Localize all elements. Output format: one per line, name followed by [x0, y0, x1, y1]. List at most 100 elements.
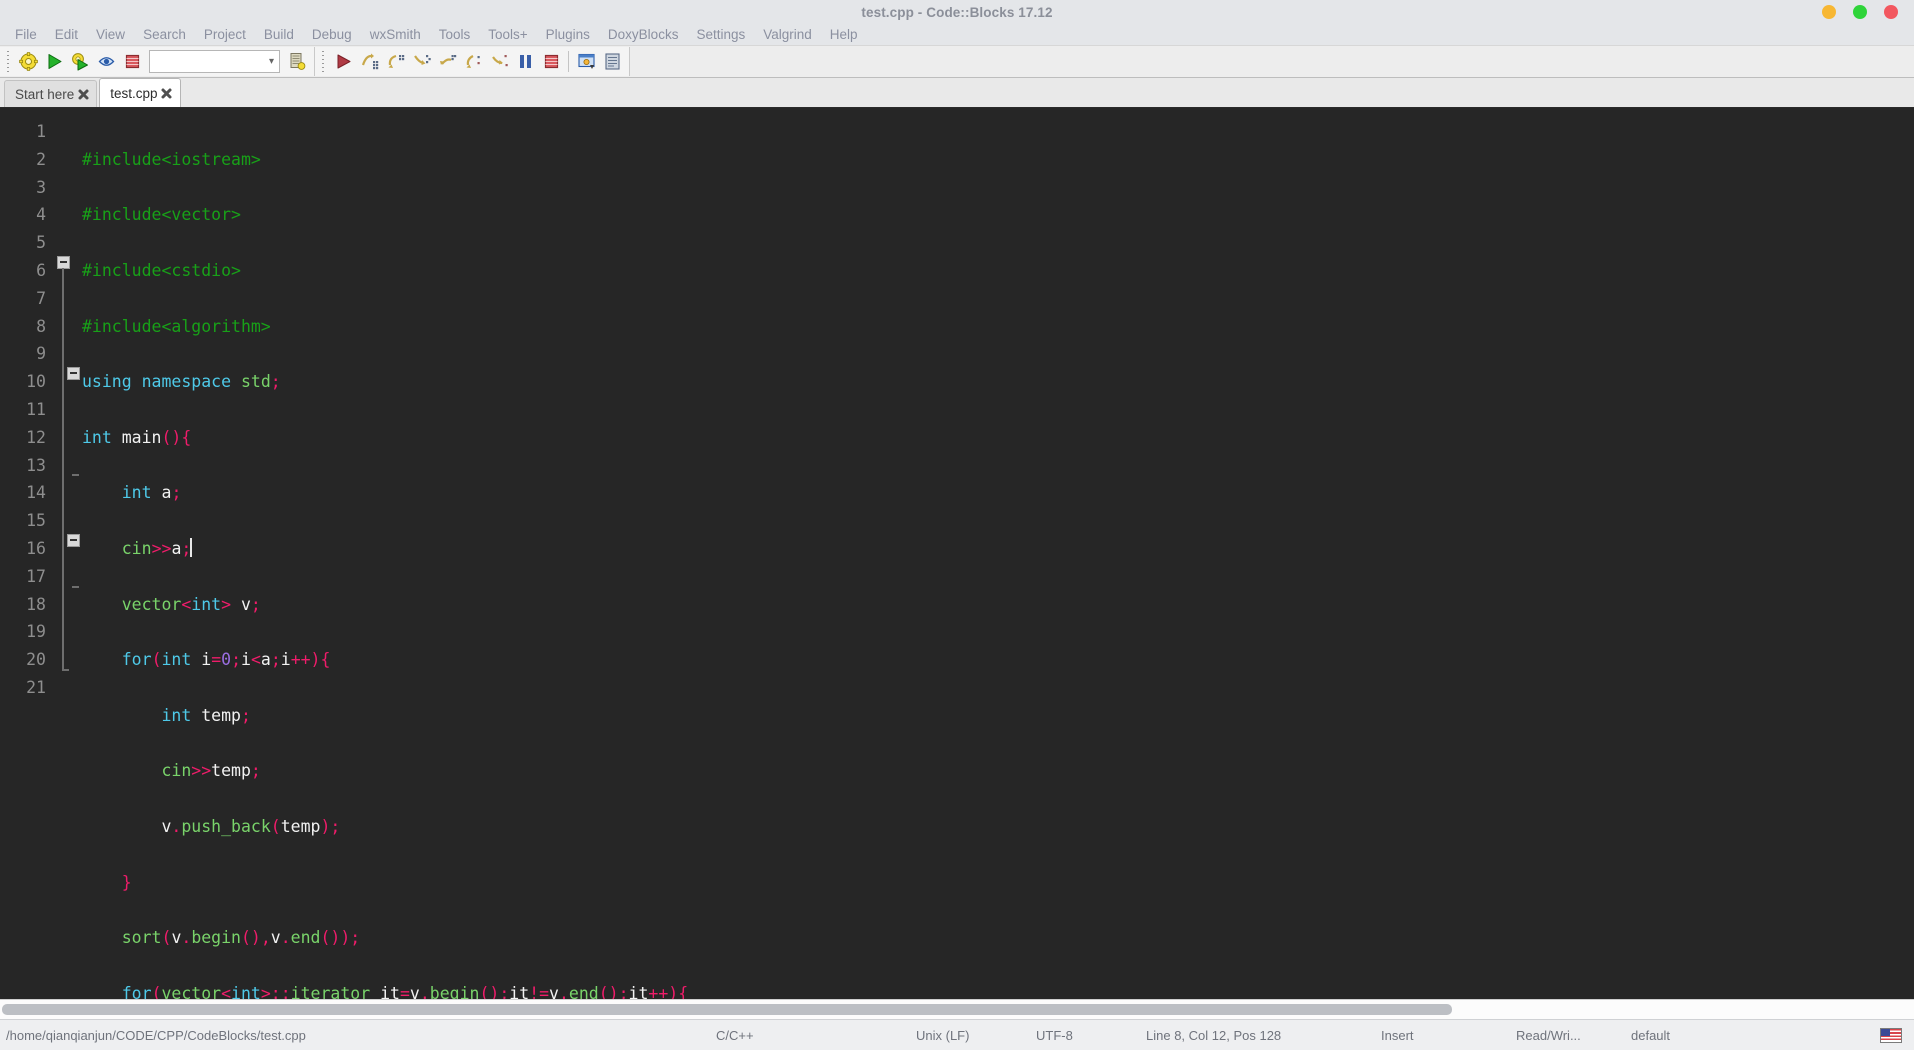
menu-item-search[interactable]: Search	[134, 26, 195, 43]
debugging-windows-button[interactable]	[573, 49, 599, 74]
run-button[interactable]	[41, 49, 67, 74]
debug-break-button[interactable]	[512, 49, 538, 74]
abort-build-button[interactable]	[119, 49, 145, 74]
line-number: 21	[26, 677, 46, 697]
status-flag	[1870, 1027, 1914, 1044]
menu-item-plugins[interactable]: Plugins	[537, 26, 599, 43]
menu-item-valgrind[interactable]: Valgrind	[754, 26, 821, 43]
menu-item-file[interactable]: File	[6, 26, 46, 43]
debug-step-into-instruction-icon	[491, 55, 508, 67]
code-line-12: cin>>temp;	[161, 761, 261, 781]
menu-item-tools-plus[interactable]: Tools+	[479, 26, 536, 43]
menu-item-build[interactable]: Build	[255, 26, 303, 43]
rebuild-button[interactable]	[93, 49, 119, 74]
line-number: 11	[26, 399, 46, 419]
tab-start-here[interactable]: Start here	[4, 80, 98, 107]
debugger-toolbar	[315, 47, 630, 76]
line-number: 12	[26, 427, 46, 447]
code-line-13: v.push_back(temp);	[161, 816, 341, 836]
debug-step-out-button[interactable]	[434, 49, 460, 74]
title-bar: test.cpp - Code::Blocks 17.12	[0, 0, 1914, 24]
code-line-15: sort(v.begin(),v.end());	[121, 928, 361, 948]
debug-run-to-cursor-button[interactable]	[356, 49, 382, 74]
maximize-button[interactable]	[1853, 5, 1867, 19]
menu-item-wxsmith[interactable]: wxSmith	[361, 26, 430, 43]
line-number: 7	[36, 288, 46, 308]
line-number: 5	[36, 233, 46, 253]
debug-continue-icon	[337, 54, 350, 69]
toolbar-gripper-debug[interactable]	[320, 50, 327, 73]
status-bar: /home/qianqianjun/CODE/CPP/CodeBlocks/te…	[0, 1019, 1914, 1050]
run-icon	[48, 54, 61, 69]
code-text[interactable]: #include<iostream> #include<vector> #inc…	[76, 108, 1914, 999]
code-line-1: #include<iostream>	[82, 146, 1914, 174]
line-number: 8	[36, 316, 46, 336]
code-line-9: vector<int> v;	[121, 594, 261, 614]
rebuild-icon	[98, 57, 114, 66]
code-token-preprocessor: #include<vector>	[82, 205, 241, 225]
code-line-8: cin>>a;	[121, 537, 192, 558]
code-folding-margin[interactable]	[52, 108, 80, 999]
window-title: test.cpp - Code::Blocks 17.12	[861, 4, 1053, 20]
line-number: 1	[36, 122, 46, 141]
close-button[interactable]	[1884, 5, 1898, 19]
select-target-icon	[290, 53, 305, 70]
minimize-button[interactable]	[1822, 5, 1836, 19]
editor-area: 1 2 3 4 5 6 7 8 9 10 11 12 13 14 15 16 1…	[0, 108, 1914, 1019]
code-line-5: using namespace std;	[82, 372, 281, 392]
tab-close-icon[interactable]	[76, 87, 90, 101]
status-language: C/C++	[716, 1027, 754, 1043]
line-number: 3	[36, 177, 46, 197]
debug-step-into-button[interactable]	[408, 49, 434, 74]
debug-next-line-button[interactable]	[382, 49, 408, 74]
tab-close-icon[interactable]	[160, 86, 174, 100]
build-icon	[18, 52, 38, 71]
line-number: 17	[26, 566, 46, 586]
code-line-2: #include<vector>	[82, 201, 1914, 229]
debug-next-line-icon	[388, 54, 404, 68]
menu-bar: File Edit View Search Project Build Debu…	[0, 24, 1914, 45]
various-info-button[interactable]	[599, 49, 625, 74]
tab-test-cpp[interactable]: test.cpp	[99, 78, 181, 107]
menu-item-project[interactable]: Project	[195, 26, 255, 43]
status-file-path: /home/qianqianjun/CODE/CPP/CodeBlocks/te…	[6, 1027, 306, 1043]
editor-horizontal-scrollbar[interactable]	[0, 999, 1914, 1019]
debug-stop-button[interactable]	[538, 49, 564, 74]
debug-step-out-icon	[439, 55, 456, 65]
code-line-7: int a;	[121, 483, 182, 503]
menu-item-settings[interactable]: Settings	[687, 26, 754, 43]
menu-item-doxyblocks[interactable]: DoxyBlocks	[599, 26, 688, 43]
source-editor[interactable]: 1 2 3 4 5 6 7 8 9 10 11 12 13 14 15 16 1…	[0, 108, 1914, 999]
build-target-combo[interactable]: ▾	[149, 50, 280, 73]
fold-guide-line-6	[62, 268, 64, 669]
menu-item-tools[interactable]: Tools	[430, 26, 480, 43]
status-insert-mode: Insert	[1381, 1027, 1414, 1043]
us-flag-icon	[1880, 1028, 1902, 1044]
codeblocks-window: test.cpp - Code::Blocks 17.12 File Edit …	[0, 0, 1914, 1050]
debug-continue-button[interactable]	[330, 49, 356, 74]
debug-step-into-instruction-button[interactable]	[486, 49, 512, 74]
toolbar-area: ▾	[0, 45, 1914, 78]
select-target-button[interactable]	[284, 49, 310, 74]
build-and-run-button[interactable]	[67, 49, 93, 74]
line-number-gutter: 1 2 3 4 5 6 7 8 9 10 11 12 13 14 15 16 1…	[0, 108, 52, 999]
line-number: 18	[26, 594, 46, 614]
chevron-down-icon: ▾	[268, 56, 274, 67]
menu-item-help[interactable]: Help	[821, 26, 867, 43]
menu-item-edit[interactable]: Edit	[46, 26, 87, 43]
compiler-toolbar: ▾	[0, 47, 315, 76]
debug-step-into-icon	[413, 55, 431, 65]
line-number: 10	[26, 372, 46, 392]
toolbar-gripper[interactable]	[5, 50, 12, 73]
menu-item-debug[interactable]: Debug	[303, 26, 361, 43]
debug-stop-icon	[544, 54, 558, 69]
line-number: 19	[26, 622, 46, 642]
build-and-run-icon	[71, 53, 88, 71]
tab-label: test.cpp	[110, 85, 158, 101]
scrollbar-thumb[interactable]	[2, 1004, 1452, 1015]
line-number: 16	[26, 538, 46, 558]
menu-item-view[interactable]: View	[87, 26, 134, 43]
debug-next-instruction-button[interactable]	[460, 49, 486, 74]
line-number: 2	[36, 149, 46, 169]
build-button[interactable]	[15, 49, 41, 74]
